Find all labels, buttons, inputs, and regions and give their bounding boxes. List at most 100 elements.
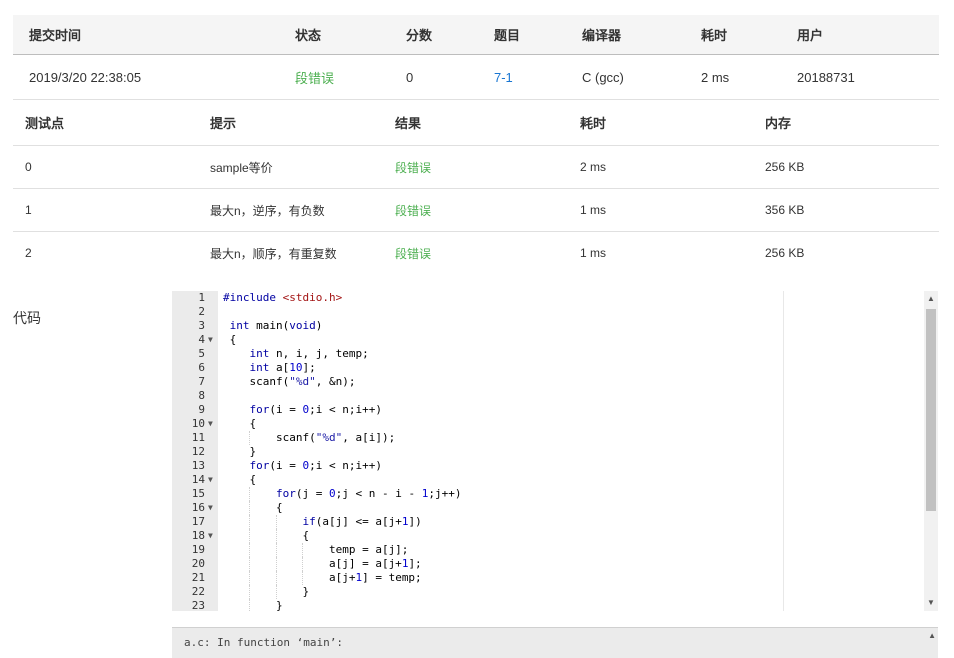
- line-number: 13: [191, 459, 205, 472]
- code-text: {: [223, 529, 310, 542]
- problem-link[interactable]: 7-1: [494, 55, 513, 99]
- scroll-up-icon[interactable]: ▲: [924, 292, 938, 306]
- submit-time: 2019/3/20 22:38:05: [29, 69, 142, 85]
- fold-toggle-icon[interactable]: ▼: [208, 473, 213, 487]
- line-number: 10: [191, 417, 205, 430]
- case-hint: sample等价: [210, 160, 273, 175]
- header-elapsed: 耗时: [701, 28, 728, 43]
- code-line: 13 for(i = 0;i < n;i++): [172, 459, 924, 473]
- scrollbar-thumb[interactable]: [926, 309, 936, 511]
- line-number: 6: [198, 361, 205, 374]
- code-line: 7 scanf("%d", &n);: [172, 375, 924, 389]
- code-text: }: [223, 445, 257, 458]
- table-row: 1 最大n，逆序，有负数 段错误 1 ms 356 KB: [13, 189, 939, 232]
- code-line: 15 for(j = 0;j < n - i - 1;j++): [172, 487, 924, 501]
- code-text: for(i = 0;i < n;i++): [249, 403, 382, 416]
- line-number: 4: [198, 333, 205, 346]
- code-text: }: [223, 599, 283, 611]
- line-number: 22: [191, 585, 205, 598]
- line-number: 16: [191, 501, 205, 514]
- fold-toggle-icon[interactable]: ▼: [208, 501, 213, 515]
- case-result: 段错误: [395, 160, 432, 175]
- code-line: 14 ▼ {: [172, 473, 924, 487]
- line-number: 8: [198, 389, 205, 402]
- header-hint: 提示: [210, 116, 237, 131]
- code-editor[interactable]: 1 #include <stdio.h> 2 3 int main(void) 4 ▼ {…: [172, 291, 938, 611]
- code-text: temp = a[j];: [223, 543, 409, 556]
- scroll-down-icon[interactable]: ▼: [924, 596, 938, 610]
- code-text: #include <stdio.h>: [223, 291, 343, 304]
- case-memory: 256 KB: [765, 160, 805, 174]
- code-text: {: [223, 333, 237, 346]
- case-hint: 最大n，顺序，有重复数: [210, 246, 337, 261]
- code-text: int n, i, j, temp;: [249, 347, 369, 360]
- testcase-table-header: 测试点 提示 结果 耗时 内存: [13, 100, 939, 146]
- line-number: 21: [191, 571, 205, 584]
- compile-output-text: a.c: In function ‘main’:: [184, 636, 343, 649]
- case-memory: 356 KB: [765, 203, 805, 217]
- line-number: 2: [198, 305, 205, 318]
- editor-scrollbar[interactable]: ▲ ▼: [924, 291, 938, 611]
- case-elapsed: 2 ms: [580, 160, 607, 174]
- code-label: 代码: [13, 310, 41, 326]
- code-text: {: [223, 501, 283, 514]
- header-compiler: 编译器: [582, 28, 622, 43]
- case-elapsed: 1 ms: [580, 203, 607, 217]
- case-elapsed: 1 ms: [580, 246, 607, 260]
- code-text: int a[10];: [249, 361, 316, 374]
- table-row: 2 最大n，顺序，有重复数 段错误 1 ms 256 KB: [13, 232, 939, 274]
- submission-table: 提交时间 状态 分数 题目 编译器 耗时 用户 2019/3/20 22:38:…: [13, 15, 939, 100]
- score-value: 0: [406, 69, 414, 85]
- code-line: 8: [172, 389, 924, 403]
- compile-output-panel: a.c: In function ‘main’: ▲: [172, 627, 938, 658]
- header-result: 结果: [395, 116, 422, 131]
- code-text: {: [223, 417, 257, 430]
- line-number: 18: [191, 529, 205, 542]
- fold-toggle-icon[interactable]: ▼: [208, 529, 213, 543]
- status-badge: 段错误: [295, 70, 335, 86]
- header-problem: 题目: [494, 28, 521, 43]
- scroll-up-icon[interactable]: ▲: [928, 631, 936, 640]
- code-line: 1 #include <stdio.h>: [172, 291, 924, 305]
- code-text: for(j = 0;j < n - i - 1;j++): [275, 487, 462, 500]
- code-text: a[j+1] = temp;: [223, 571, 422, 584]
- code-line: 16 ▼ {: [172, 501, 924, 515]
- fold-toggle-icon[interactable]: ▼: [208, 333, 213, 347]
- code-line: 9 for(i = 0;i < n;i++): [172, 403, 924, 417]
- header-case-elapsed: 耗时: [580, 116, 607, 131]
- line-number: 20: [191, 557, 205, 570]
- submission-table-header: 提交时间 状态 分数 题目 编译器 耗时 用户: [13, 15, 939, 55]
- table-row: 0 sample等价 段错误 2 ms 256 KB: [13, 146, 939, 189]
- code-line: 21 a[j+1] = temp;: [172, 571, 924, 585]
- code-text: int main(void): [229, 319, 323, 332]
- code-text: scanf("%d", a[i]);: [223, 431, 396, 444]
- elapsed-value: 2 ms: [701, 69, 730, 85]
- case-id: 1: [25, 203, 32, 217]
- line-number: 9: [198, 403, 205, 416]
- compiler-value: C (gcc): [582, 69, 624, 85]
- code-text: }: [223, 585, 310, 598]
- header-score: 分数: [406, 28, 433, 43]
- line-number: 5: [198, 347, 205, 360]
- header-memory: 内存: [765, 116, 792, 131]
- code-text: a[j] = a[j+1];: [223, 557, 422, 570]
- header-submit-time: 提交时间: [29, 28, 82, 43]
- case-memory: 256 KB: [765, 246, 805, 260]
- code-line: 2: [172, 305, 924, 319]
- fold-toggle-icon[interactable]: ▼: [208, 417, 213, 431]
- code-line: 4 ▼ {: [172, 333, 924, 347]
- code-line: 20 a[j] = a[j+1];: [172, 557, 924, 571]
- code-line: 19 temp = a[j];: [172, 543, 924, 557]
- code-line: 17 if(a[j] <= a[j+1]): [172, 515, 924, 529]
- code-line: 12 }: [172, 445, 924, 459]
- case-hint: 最大n，逆序，有负数: [210, 203, 325, 218]
- header-case-id: 测试点: [25, 116, 65, 131]
- case-id: 2: [25, 246, 32, 260]
- code-line: 5 int n, i, j, temp;: [172, 347, 924, 361]
- code-line: 10 ▼ {: [172, 417, 924, 431]
- header-user: 用户: [797, 28, 824, 43]
- line-number: 1: [198, 291, 205, 304]
- case-result: 段错误: [395, 203, 432, 218]
- line-number: 7: [198, 375, 205, 388]
- line-number: 3: [198, 319, 205, 332]
